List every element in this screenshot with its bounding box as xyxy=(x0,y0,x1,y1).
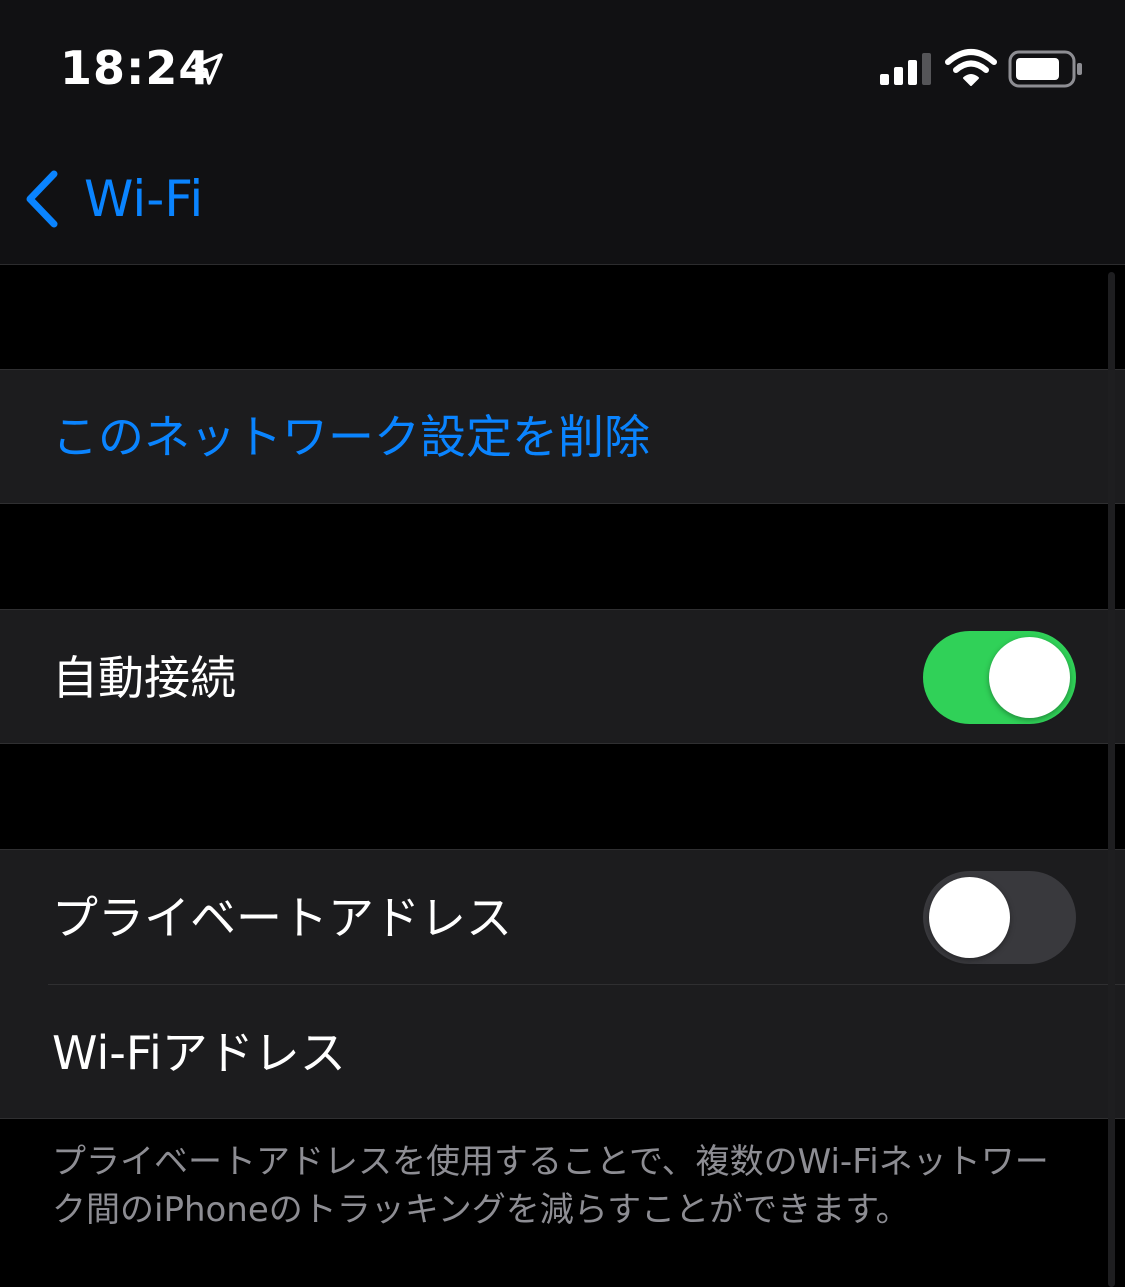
chevron-left-icon xyxy=(26,170,58,228)
private-address-toggle[interactable] xyxy=(923,871,1076,964)
auto-join-toggle[interactable] xyxy=(923,631,1076,724)
auto-join-label: 自動接続 xyxy=(52,651,236,705)
forget-network-cell[interactable]: このネットワーク設定を削除 xyxy=(0,369,1125,504)
private-address-footer-text: プライベートアドレスを使用することで、複数のWi-Fiネットワーク間のiPhon… xyxy=(52,1142,1049,1230)
wifi-address-label: Wi-Fiアドレス xyxy=(52,1026,346,1080)
forget-network-label: このネットワーク設定を削除 xyxy=(52,410,650,464)
wifi-icon xyxy=(945,49,997,86)
back-button[interactable]: Wi-Fi xyxy=(22,164,203,234)
cellular-signal-icon xyxy=(880,53,931,85)
back-button-label: Wi-Fi xyxy=(84,170,204,228)
private-address-group: プライベートアドレス Wi-Fiアドレス xyxy=(0,849,1125,1119)
row-separator xyxy=(48,984,1125,985)
auto-join-cell: 自動接続 xyxy=(0,609,1125,744)
toggle-knob xyxy=(989,637,1070,718)
scroll-indicator xyxy=(1108,272,1115,1287)
toggle-knob xyxy=(929,877,1010,958)
navigation-bar: Wi-Fi xyxy=(0,132,1125,265)
battery-icon xyxy=(1008,50,1082,88)
status-bar: 18:24 xyxy=(0,0,1125,132)
status-time: 18:24 xyxy=(60,41,212,95)
private-address-label: プライベートアドレス xyxy=(52,891,512,945)
location-arrow-icon xyxy=(191,53,223,85)
